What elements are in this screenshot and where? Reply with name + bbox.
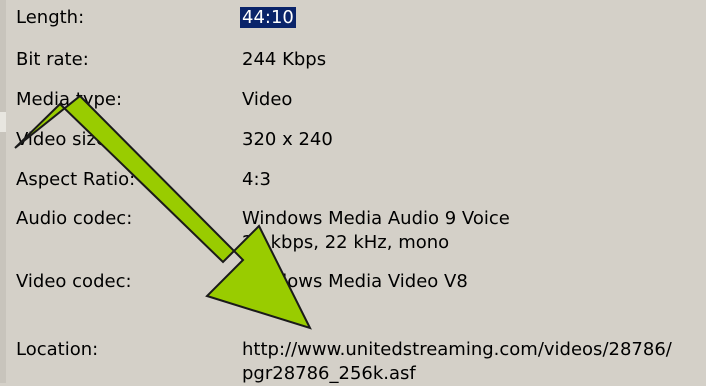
media-properties-panel: Length: 44:10 Bit rate: 244 Kbps Media t… — [0, 0, 706, 384]
green-diagonal-arrow-icon — [14, 94, 312, 330]
arrow-shape — [14, 94, 312, 330]
